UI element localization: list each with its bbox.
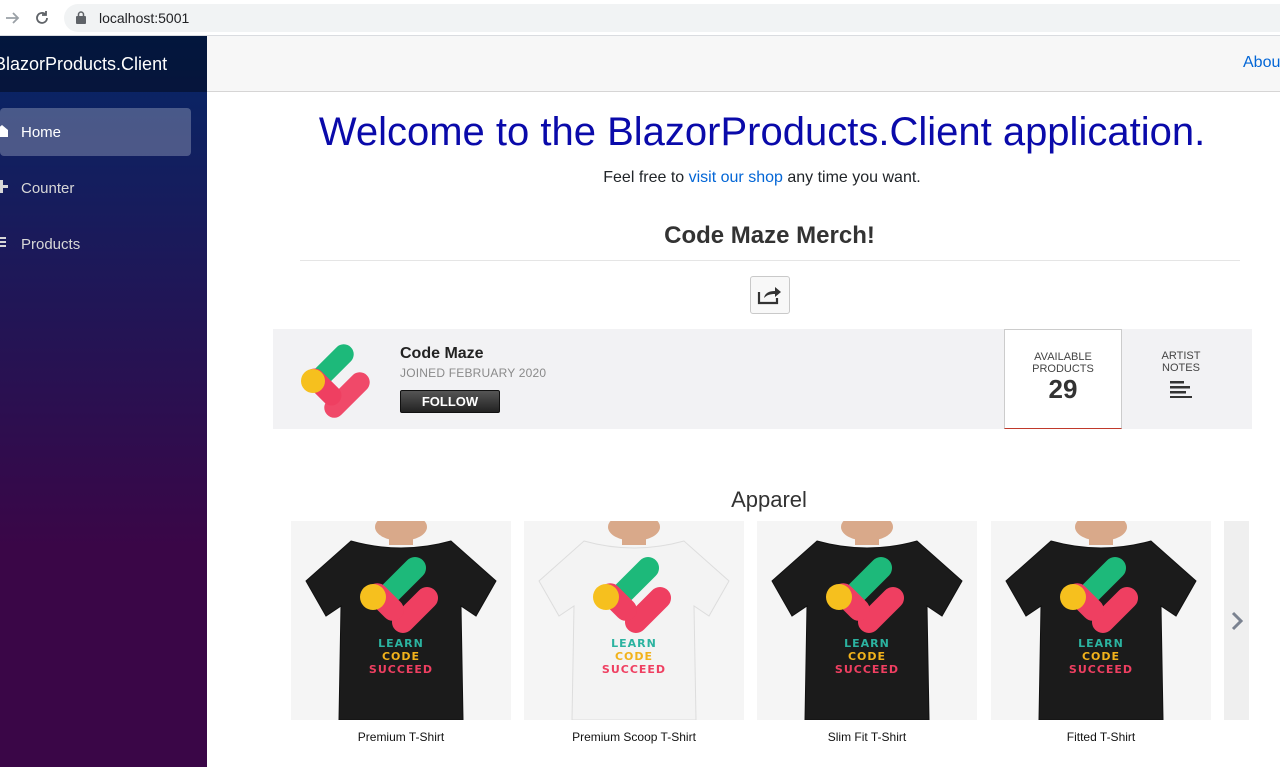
print-line: SUCCEED	[368, 663, 434, 676]
merch-title: Code Maze Merch!	[664, 222, 875, 249]
sidebar-item-label: Counter	[21, 180, 75, 197]
subtext-after: any time you want.	[782, 169, 921, 186]
product-image[interactable]: LEARN CODE SUCCEED	[991, 521, 1211, 720]
print-line: LEARN	[844, 637, 890, 650]
brand-link[interactable]: BlazorProducts.Client	[0, 54, 167, 75]
sidebar-item-label: Home	[21, 124, 62, 141]
sidebar: BlazorProducts.Client Home Counter Produ…	[0, 36, 207, 767]
product-image[interactable]: LEARN CODE SUCCEED	[291, 521, 511, 720]
browser-toolbar: localhost:5001	[0, 0, 1280, 36]
nav-menu: Home Counter Products	[0, 92, 207, 268]
artist-notes-tab[interactable]: ARTIST NOTES	[1122, 329, 1240, 429]
print-line: SUCCEED	[1068, 663, 1134, 676]
print-line: CODE	[847, 650, 887, 663]
follow-button[interactable]: FOLLOW	[400, 390, 500, 413]
main-content: Welcome to the BlazorProducts.Client app…	[207, 92, 1280, 767]
share-button[interactable]	[750, 276, 790, 314]
stat-value: 29	[1048, 374, 1078, 404]
subtext-before: Feel free to	[603, 169, 689, 186]
sidebar-item-home[interactable]: Home	[0, 108, 191, 156]
product-name[interactable]: Slim Fit T-Shirt	[757, 730, 977, 744]
product-name[interactable]: Premium T-Shirt	[291, 730, 511, 744]
sidebar-item-counter[interactable]: Counter	[0, 164, 191, 212]
sidebar-item-products[interactable]: Products	[0, 220, 191, 268]
address-bar[interactable]: localhost:5001	[64, 4, 1280, 32]
product-name[interactable]: Premium Scoop T-Shirt	[524, 730, 744, 744]
apparel-heading: Apparel	[731, 487, 807, 512]
home-icon	[0, 125, 8, 137]
notes-label: ARTIST NOTES	[1161, 350, 1201, 374]
product-image[interactable]: LEARN CODE SUCCEED	[757, 521, 977, 720]
list-icon	[0, 237, 6, 247]
print-line: LEARN	[378, 637, 424, 650]
product-card[interactable]: LEARN CODE SUCCEED Slim Fit T-Shirt	[757, 521, 977, 744]
shop-link[interactable]: visit our shop	[689, 169, 783, 186]
welcome-subtext: Feel free to visit our shop any time you…	[207, 169, 1280, 187]
share-icon	[757, 287, 781, 305]
product-card[interactable]: LEARN CODE SUCCEED Premium Scoop T-Shirt	[524, 521, 744, 744]
code-maze-logo	[301, 344, 370, 418]
product-card[interactable]: LEARN CODE SUCCEED Premium T-Shirt	[291, 521, 511, 744]
top-row: About	[207, 36, 1280, 92]
joined-date: JOINED FEBRUARY 2020	[400, 366, 547, 380]
product-image[interactable]: LEARN CODE SUCCEED	[524, 521, 744, 720]
about-link[interactable]: About	[1243, 54, 1280, 72]
reload-icon[interactable]	[30, 6, 54, 30]
print-line: SUCCEED	[601, 663, 667, 676]
print-line: SUCCEED	[834, 663, 900, 676]
divider	[300, 260, 1240, 261]
forward-arrow-icon[interactable]	[0, 6, 24, 30]
product-card[interactable]: LEARN CODE SUCCEED Fitted T-Shirt	[991, 521, 1211, 744]
plus-icon	[0, 180, 8, 193]
print-line: CODE	[381, 650, 421, 663]
page-title: Welcome to the BlazorProducts.Client app…	[318, 110, 1206, 154]
brand-bar: BlazorProducts.Client	[0, 36, 207, 92]
stat-label: AVAILABLE PRODUCTS	[1032, 351, 1094, 375]
artist-name: Code Maze	[400, 345, 484, 362]
url-text: localhost:5001	[99, 10, 190, 26]
available-products-stat[interactable]: AVAILABLE PRODUCTS 29	[1004, 329, 1122, 429]
align-left-icon	[1170, 381, 1192, 398]
artist-profile: Code Maze JOINED FEBRUARY 2020 FOLLOW AV…	[273, 329, 1252, 429]
carousel-next-button[interactable]	[1224, 521, 1249, 720]
print-line: LEARN	[611, 637, 657, 650]
product-name[interactable]: Fitted T-Shirt	[991, 730, 1211, 744]
chevron-right-icon	[1231, 611, 1243, 630]
print-line: CODE	[1081, 650, 1121, 663]
print-line: LEARN	[1078, 637, 1124, 650]
lock-icon	[76, 11, 86, 24]
print-line: CODE	[614, 650, 654, 663]
sidebar-item-label: Products	[21, 236, 81, 253]
